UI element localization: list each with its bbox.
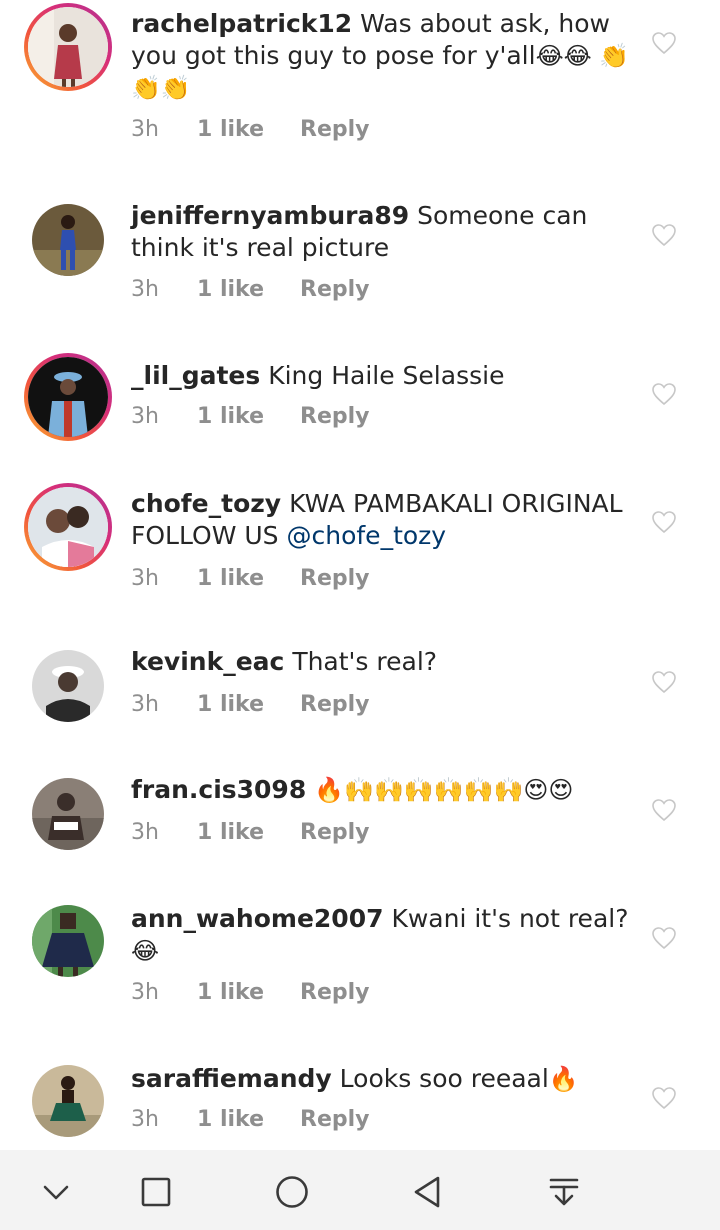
comment-time: 3h xyxy=(131,404,159,429)
comment-time: 3h xyxy=(131,117,159,142)
back-icon[interactable] xyxy=(408,1172,448,1212)
comment-emoji: 🔥🙌🙌🙌🙌🙌🙌😍😍 xyxy=(314,776,574,804)
reply-button[interactable]: Reply xyxy=(300,404,370,429)
comment-text: _lil_gates King Haile Selassie xyxy=(131,360,631,392)
comment-likes-link[interactable]: 1 like xyxy=(197,692,264,717)
avatar-story-ring[interactable] xyxy=(24,3,112,91)
comment-item: ann_wahome2007 Kwani it's not real? 😂 3h… xyxy=(0,890,720,1050)
like-heart-icon[interactable] xyxy=(651,670,677,694)
avatar[interactable] xyxy=(28,487,108,567)
comment-time: 3h xyxy=(131,277,159,302)
avatar[interactable] xyxy=(28,357,108,437)
comment-item: kevink_eac That's real? 3h 1 like Reply xyxy=(0,630,720,760)
home-icon[interactable] xyxy=(272,1172,312,1212)
comment-text: fran.cis3098 🔥🙌🙌🙌🙌🙌🙌😍😍 xyxy=(131,774,631,806)
reply-button[interactable]: Reply xyxy=(300,117,370,142)
comment-likes-link[interactable]: 1 like xyxy=(197,820,264,845)
comment-item: fran.cis3098 🔥🙌🙌🙌🙌🙌🙌😍😍 3h 1 like Reply xyxy=(0,760,720,890)
comment-likes-link[interactable]: 1 like xyxy=(197,1107,264,1132)
comment-username[interactable]: rachelpatrick12 xyxy=(131,9,352,38)
comment-username[interactable]: kevink_eac xyxy=(131,647,284,676)
comment-time: 3h xyxy=(131,980,159,1005)
avatar[interactable] xyxy=(32,204,104,276)
comment-username[interactable]: chofe_tozy xyxy=(131,489,281,518)
comment-username[interactable]: saraffiemandy xyxy=(131,1064,332,1093)
recent-apps-icon[interactable] xyxy=(136,1172,176,1212)
avatar-story-ring[interactable] xyxy=(24,483,112,571)
comment-time: 3h xyxy=(131,1107,159,1132)
comment-mention-link[interactable]: @chofe_tozy xyxy=(287,521,447,550)
comment-item: chofe_tozy KWA PAMBAKALI ORIGINAL FOLLOW… xyxy=(0,470,720,630)
comment-text: rachelpatrick12 Was about ask, how you g… xyxy=(131,8,631,104)
comment-likes-link[interactable]: 1 like xyxy=(197,277,264,302)
comment-item: jeniffernyambura89 Someone can think it'… xyxy=(0,190,720,340)
comments-list: rachelpatrick12 Was about ask, how you g… xyxy=(0,0,720,1150)
comment-text: kevink_eac That's real? xyxy=(131,646,631,678)
comment-time: 3h xyxy=(131,566,159,591)
reply-button[interactable]: Reply xyxy=(300,277,370,302)
comment-likes-link[interactable]: 1 like xyxy=(197,566,264,591)
like-heart-icon[interactable] xyxy=(651,31,677,55)
comment-item: saraffiemandy Looks soo reeaal🔥 3h 1 lik… xyxy=(0,1050,720,1150)
like-heart-icon[interactable] xyxy=(651,926,677,950)
comment-emoji: 🔥 xyxy=(548,1065,579,1093)
comment-text: ann_wahome2007 Kwani it's not real? 😂 xyxy=(131,903,631,967)
notification-pull-icon[interactable] xyxy=(544,1172,584,1212)
comment-likes-link[interactable]: 1 like xyxy=(197,980,264,1005)
comment-likes-link[interactable]: 1 like xyxy=(197,404,264,429)
avatar-story-ring[interactable] xyxy=(24,353,112,441)
avatar[interactable] xyxy=(32,905,104,977)
like-heart-icon[interactable] xyxy=(651,223,677,247)
avatar[interactable] xyxy=(32,650,104,722)
like-heart-icon[interactable] xyxy=(651,510,677,534)
system-navigation-bar xyxy=(0,1150,720,1230)
comment-username[interactable]: _lil_gates xyxy=(131,361,260,390)
avatar-container[interactable] xyxy=(32,204,104,276)
comment-likes-link[interactable]: 1 like xyxy=(197,117,264,142)
like-heart-icon[interactable] xyxy=(651,1086,677,1110)
comment-time: 3h xyxy=(131,692,159,717)
comment-body: Kwani it's not real? xyxy=(391,904,629,933)
reply-button[interactable]: Reply xyxy=(300,1107,370,1132)
comment-time: 3h xyxy=(131,820,159,845)
avatar[interactable] xyxy=(32,1065,104,1137)
comment-text: chofe_tozy KWA PAMBAKALI ORIGINAL FOLLOW… xyxy=(131,488,631,552)
comment-emoji: 😂 xyxy=(131,937,160,965)
avatar-container[interactable] xyxy=(32,650,104,722)
like-heart-icon[interactable] xyxy=(651,382,677,406)
comment-username[interactable]: jeniffernyambura89 xyxy=(131,201,409,230)
reply-button[interactable]: Reply xyxy=(300,566,370,591)
comment-item: rachelpatrick12 Was about ask, how you g… xyxy=(0,0,720,190)
comment-body: That's real? xyxy=(292,647,438,676)
avatar[interactable] xyxy=(32,778,104,850)
comment-body: Looks soo reeaal xyxy=(339,1064,549,1093)
avatar-container[interactable] xyxy=(32,778,104,850)
avatar[interactable] xyxy=(28,7,108,87)
comment-item: _lil_gates King Haile Selassie 3h 1 like… xyxy=(0,340,720,470)
comment-body: King Haile Selassie xyxy=(268,361,505,390)
like-heart-icon[interactable] xyxy=(651,798,677,822)
collapse-icon[interactable] xyxy=(36,1172,76,1212)
comment-username[interactable]: fran.cis3098 xyxy=(131,775,306,804)
reply-button[interactable]: Reply xyxy=(300,980,370,1005)
avatar-container[interactable] xyxy=(32,1065,104,1137)
comment-text: saraffiemandy Looks soo reeaal🔥 xyxy=(131,1063,631,1095)
reply-button[interactable]: Reply xyxy=(300,692,370,717)
reply-button[interactable]: Reply xyxy=(300,820,370,845)
comment-text: jeniffernyambura89 Someone can think it'… xyxy=(131,200,631,264)
comment-username[interactable]: ann_wahome2007 xyxy=(131,904,384,933)
avatar-container[interactable] xyxy=(32,905,104,977)
